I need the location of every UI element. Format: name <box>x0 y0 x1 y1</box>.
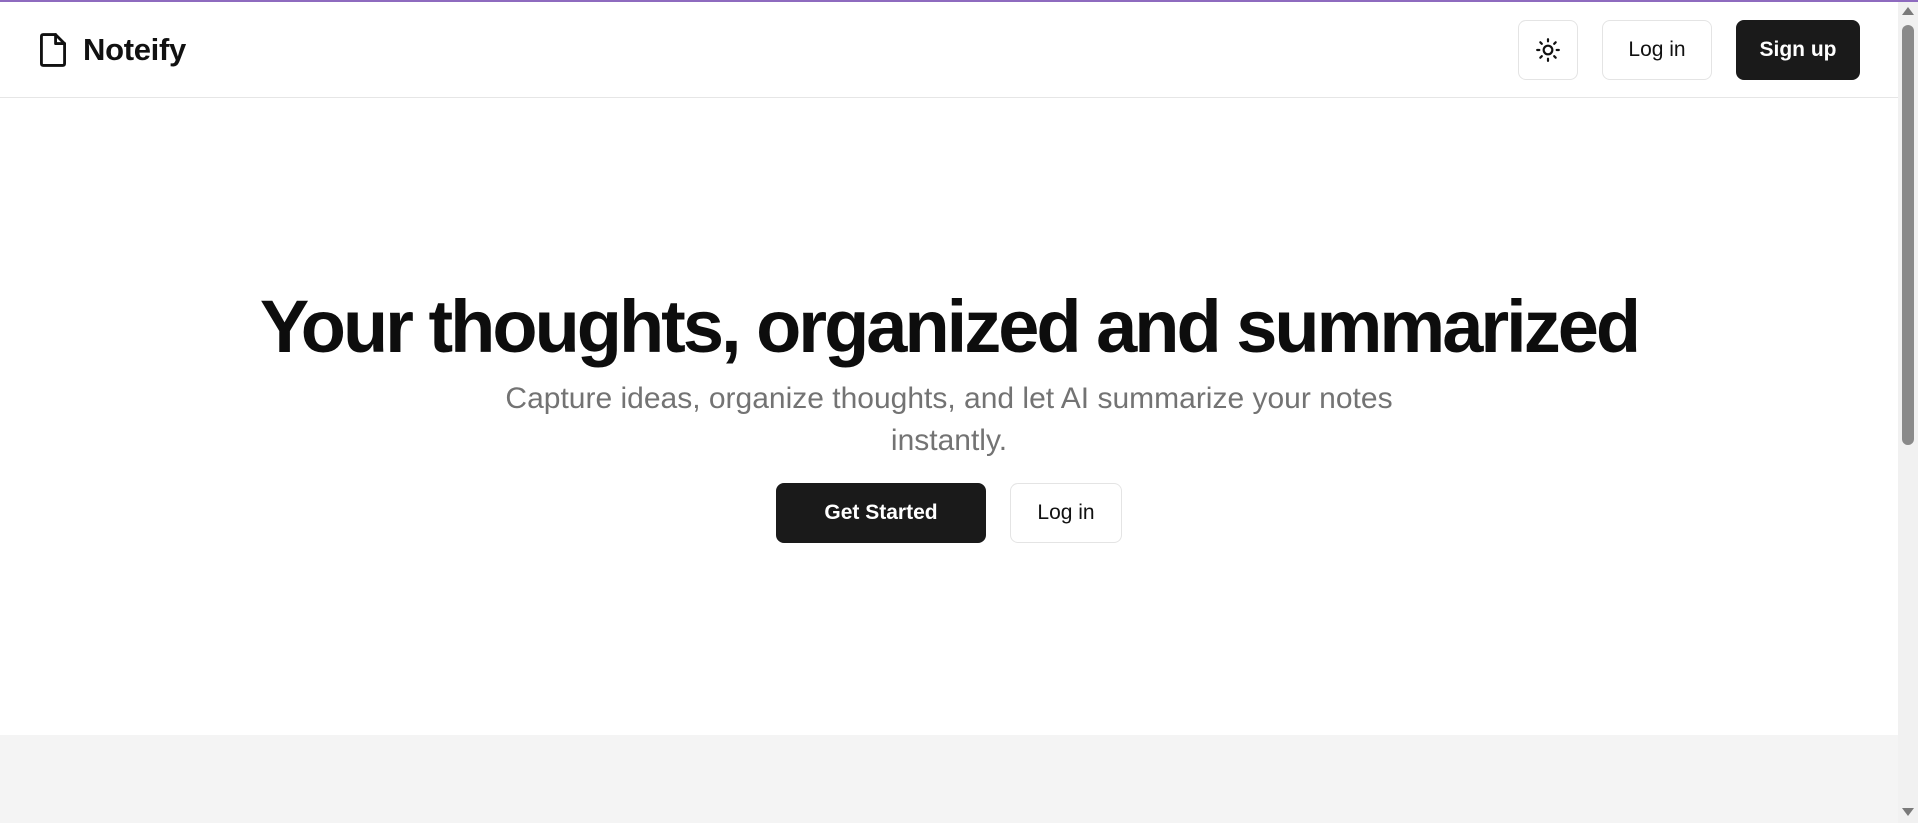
get-started-button[interactable]: Get Started <box>776 483 986 543</box>
hero-subtitle: Capture ideas, organize thoughts, and le… <box>505 382 1393 457</box>
brand-logo-link[interactable]: Noteify <box>37 32 186 68</box>
hero-title: Your thoughts, organized and summarized <box>259 285 1641 368</box>
file-icon <box>40 33 66 67</box>
page-scrollbar[interactable] <box>1898 0 1918 823</box>
header-login-button[interactable]: Log in <box>1602 20 1712 80</box>
window-accent-line <box>0 0 1918 2</box>
header-actions: Log in Sign up <box>1518 20 1860 80</box>
page-viewport: Noteify Log in Sign up Your thoughts, or… <box>0 0 1898 823</box>
hero-actions: Get Started Log in <box>0 483 1898 543</box>
hero-section: Your thoughts, organized and summarized … <box>0 98 1898 735</box>
header-signup-button[interactable]: Sign up <box>1736 20 1860 80</box>
features-section-background <box>0 735 1898 823</box>
scroll-up-arrow-icon[interactable] <box>1902 7 1914 15</box>
scroll-down-arrow-icon[interactable] <box>1902 808 1914 816</box>
theme-toggle-button[interactable] <box>1518 20 1578 80</box>
sun-icon <box>1536 38 1560 62</box>
brand-name: Noteify <box>83 32 186 67</box>
scroll-thumb[interactable] <box>1902 25 1914 445</box>
hero-login-button[interactable]: Log in <box>1010 483 1122 543</box>
site-header: Noteify Log in Sign up <box>0 2 1898 98</box>
